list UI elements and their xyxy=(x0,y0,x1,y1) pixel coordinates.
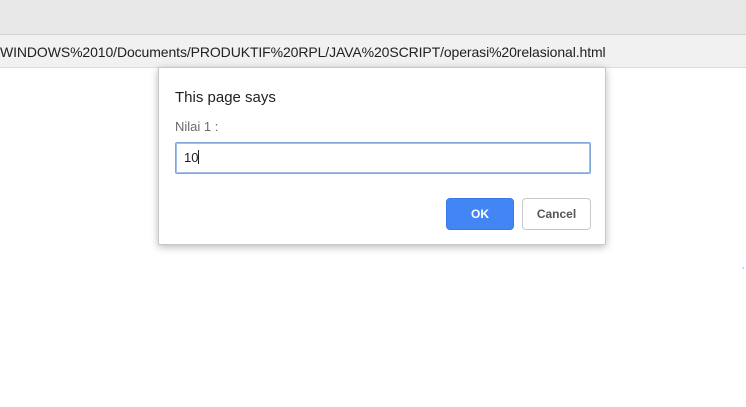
ok-button[interactable]: OK xyxy=(446,198,514,230)
url-text: WINDOWS%2010/Documents/PRODUKTIF%20RPL/J… xyxy=(0,44,606,60)
prompt-input-value: 10 xyxy=(184,150,200,165)
prompt-input-text: 10 xyxy=(184,150,199,165)
prompt-input[interactable]: 10 xyxy=(175,142,591,174)
dialog-title: This page says xyxy=(175,89,276,106)
cancel-button[interactable]: Cancel xyxy=(522,198,591,230)
prompt-dialog: This page says Nilai 1 : 10 OK Cancel xyxy=(158,67,606,245)
browser-toolbar: WINDOWS%2010/Documents/PRODUKTIF%20RPL/J… xyxy=(0,35,746,68)
page-edge-glyph: ˙ xyxy=(742,267,746,278)
dialog-message: Nilai 1 : xyxy=(175,119,219,134)
address-bar[interactable]: WINDOWS%2010/Documents/PRODUKTIF%20RPL/J… xyxy=(0,39,740,63)
browser-tab-strip xyxy=(0,0,746,35)
text-caret xyxy=(198,150,200,164)
